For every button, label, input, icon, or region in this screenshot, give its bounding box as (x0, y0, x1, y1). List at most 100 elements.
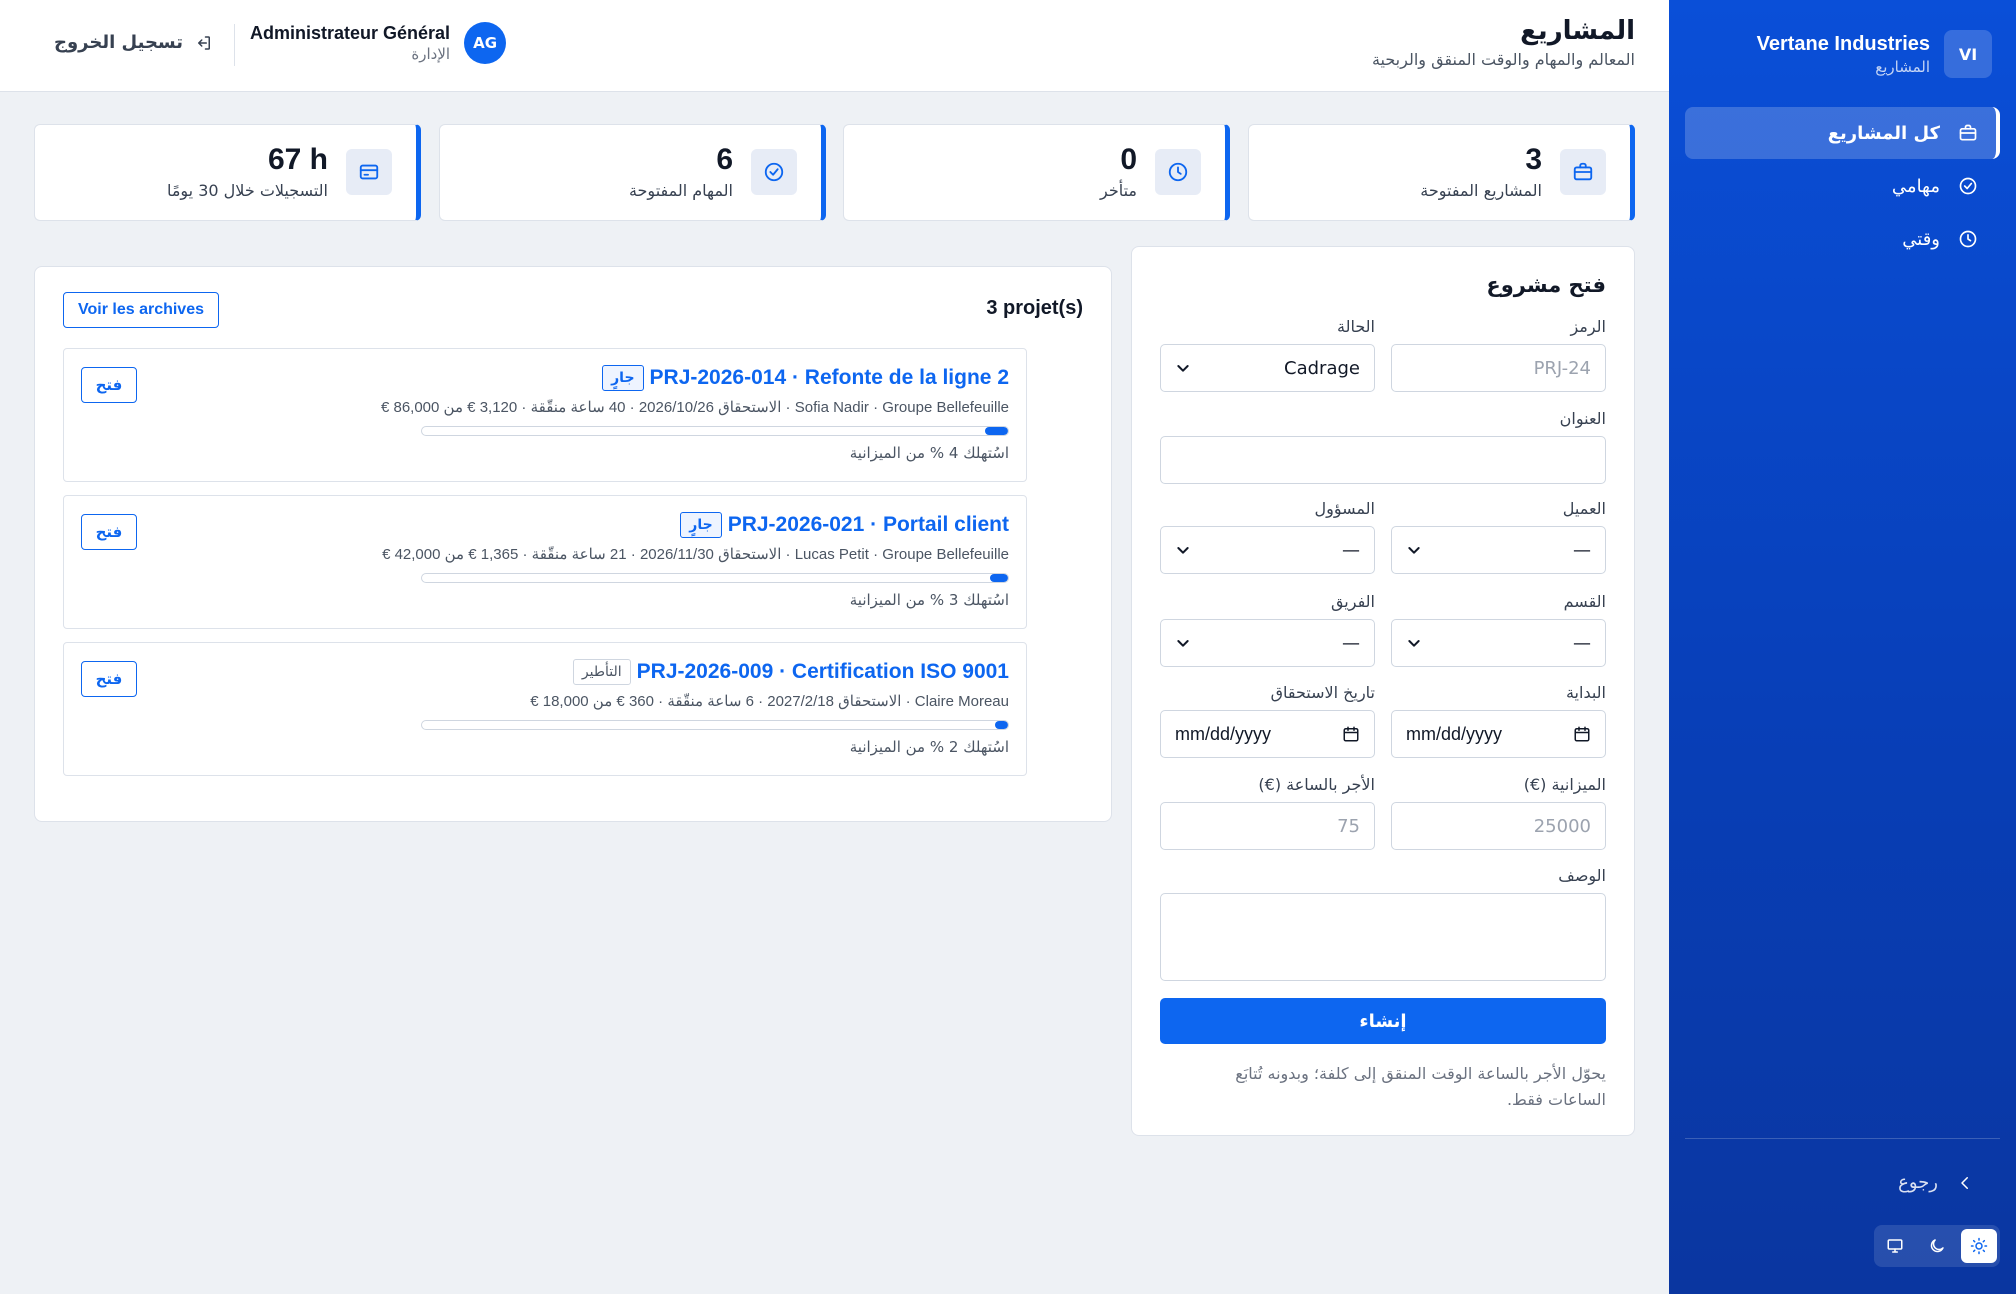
department-label: القسم (1563, 592, 1606, 611)
open-project-button[interactable]: فتح (81, 367, 137, 403)
open-project-button[interactable]: فتح (81, 661, 137, 697)
chevron-down-icon (1177, 365, 1189, 372)
sidebar-item-label: كل المشاريع (1827, 122, 1940, 144)
stat-value: 6 (716, 143, 733, 176)
sidebar-item-all-projects[interactable]: كل المشاريع (1685, 107, 2000, 159)
brand-subtitle: المشاريع (1875, 57, 1930, 76)
page-subtitle: المعالم والمهام والوقت المنقق والربحية (1371, 50, 1635, 69)
budget-progress-bar (421, 573, 1009, 583)
owner-value: — (1342, 539, 1360, 561)
status-select[interactable]: Cadrage (1160, 344, 1375, 392)
budget-progress-fill (990, 574, 1008, 582)
department-select[interactable]: — (1391, 619, 1606, 667)
user-role: الإدارة (411, 45, 451, 63)
back-button[interactable]: رجوع (1898, 1172, 1974, 1193)
team-select[interactable]: — (1160, 619, 1375, 667)
brand[interactable]: VI Vertane Industries المشاريع (1757, 30, 1992, 78)
project-card: PRJ-2026-021 · Portail client جارٍ Lucas… (63, 495, 1027, 629)
topbar: المشاريع المعالم والمهام والوقت المنقق و… (0, 0, 1669, 92)
project-meta: Lucas Petit · Groupe Bellefeuille · الاس… (382, 546, 1009, 563)
client-label: العميل (1562, 499, 1606, 518)
create-button[interactable]: إنشاء (1160, 998, 1606, 1044)
start-value: mm/dd/yyyy (1406, 723, 1503, 744)
rate-placeholder: 75 (1337, 815, 1360, 837)
sidebar-nav: كل المشاريع مهامي وقتي (1685, 107, 2000, 266)
due-label: تاريخ الاستحقاق (1270, 683, 1375, 702)
start-date-input[interactable]: mm/dd/yyyy (1391, 710, 1606, 758)
theme-system-button[interactable] (1877, 1229, 1913, 1263)
project-title-link[interactable]: PRJ-2026-014 · Refonte de la ligne 2 (650, 366, 1009, 390)
stat-value: 3 (1525, 143, 1542, 176)
client-select[interactable]: — (1391, 526, 1606, 574)
status-badge: جارٍ (602, 365, 644, 391)
stat-label: متأخر (1100, 181, 1137, 200)
owner-select[interactable]: — (1160, 526, 1375, 574)
stat-logged-hours: 67 h التسجيلات خلال 30 يومًا (34, 124, 421, 221)
stat-label: المشاريع المفتوحة (1420, 181, 1542, 200)
chevron-down-icon (1408, 640, 1420, 647)
department-value: — (1573, 632, 1591, 654)
description-label: الوصف (1558, 866, 1606, 885)
brand-avatar: VI (1944, 30, 1992, 78)
project-card: PRJ-2026-009 · Certification ISO 9001 ال… (63, 642, 1027, 776)
chevron-down-icon (1177, 547, 1189, 554)
budget-placeholder: 25000 (1533, 815, 1591, 837)
projects-list: 3 projet(s) Voir les archives PRJ-2026-0… (34, 266, 1112, 822)
stat-value: 0 (1120, 143, 1137, 176)
due-value: mm/dd/yyyy (1175, 723, 1272, 744)
chevron-left-icon (1961, 1176, 1968, 1189)
code-label: الرمز (1570, 317, 1606, 336)
card-icon (359, 164, 379, 180)
team-label: الفريق (1330, 592, 1375, 611)
user-name: Administrateur Général (250, 23, 451, 43)
check-circle-icon (764, 162, 784, 182)
rate-input[interactable]: 75 (1160, 802, 1375, 850)
clock-icon (1168, 162, 1188, 182)
sidebar-item-my-time[interactable]: وقتي (1685, 213, 2000, 265)
status-badge: التأطير (572, 659, 631, 685)
back-label: رجوع (1898, 1172, 1938, 1193)
theme-light-button[interactable] (1961, 1229, 1997, 1263)
briefcase-icon (1573, 162, 1593, 181)
create-project-form: فتح مشروع الرمز PRJ-24 الحالة Cadrage ال… (1131, 246, 1635, 1136)
user-menu[interactable]: Administrateur Général الإدارة AG (250, 22, 507, 64)
view-archives-button[interactable]: Voir les archives (63, 292, 219, 328)
chevron-down-icon (1177, 640, 1189, 647)
budget-input[interactable]: 25000 (1391, 802, 1606, 850)
rate-label: الأجر بالساعة (€) (1258, 775, 1375, 794)
logout-label: تسجيل الخروج (54, 32, 183, 53)
moon-icon (1930, 1239, 1944, 1253)
calendar-icon (1343, 726, 1359, 742)
logout-button[interactable]: تسجيل الخروج (54, 32, 213, 53)
project-card: PRJ-2026-014 · Refonte de la ligne 2 جار… (63, 348, 1027, 482)
page-title: المشاريع (1520, 16, 1635, 46)
theme-dark-button[interactable] (1919, 1229, 1955, 1263)
due-date-input[interactable]: mm/dd/yyyy (1160, 710, 1375, 758)
title-input[interactable] (1160, 436, 1606, 484)
sun-icon (1970, 1237, 1988, 1255)
logout-icon (198, 35, 210, 50)
project-meta: Sofia Nadir · Groupe Bellefeuille · الاس… (380, 399, 1009, 416)
project-title-link[interactable]: PRJ-2026-021 · Portail client (728, 513, 1009, 537)
sidebar: VI Vertane Industries المشاريع كل المشار… (1669, 0, 2016, 1294)
status-badge: جارٍ (680, 512, 722, 538)
description-textarea[interactable] (1160, 893, 1606, 981)
monitor-icon (1887, 1239, 1903, 1253)
briefcase-icon (1959, 124, 1977, 141)
budget-progress-fill (984, 427, 1008, 435)
code-input[interactable]: PRJ-24 (1391, 344, 1606, 392)
title-label: العنوان (1559, 409, 1606, 428)
check-circle-icon (1959, 177, 1977, 195)
projects-count: 3 projet(s) (986, 297, 1083, 319)
budget-label: الميزانية (€) (1523, 775, 1606, 794)
sidebar-item-label: وقتي (1902, 228, 1940, 250)
brand-name: Vertane Industries (1756, 32, 1930, 55)
status-value: Cadrage (1284, 357, 1360, 379)
calendar-icon (1574, 726, 1590, 742)
clock-icon (1959, 230, 1977, 248)
project-title-link[interactable]: PRJ-2026-009 · Certification ISO 9001 (637, 660, 1009, 684)
status-label: الحالة (1337, 317, 1375, 336)
sidebar-item-my-tasks[interactable]: مهامي (1685, 160, 2000, 212)
form-hint: يحوّل الأجر بالساعة الوقت المنقق إلى كلف… (1235, 1064, 1606, 1109)
open-project-button[interactable]: فتح (81, 514, 137, 550)
